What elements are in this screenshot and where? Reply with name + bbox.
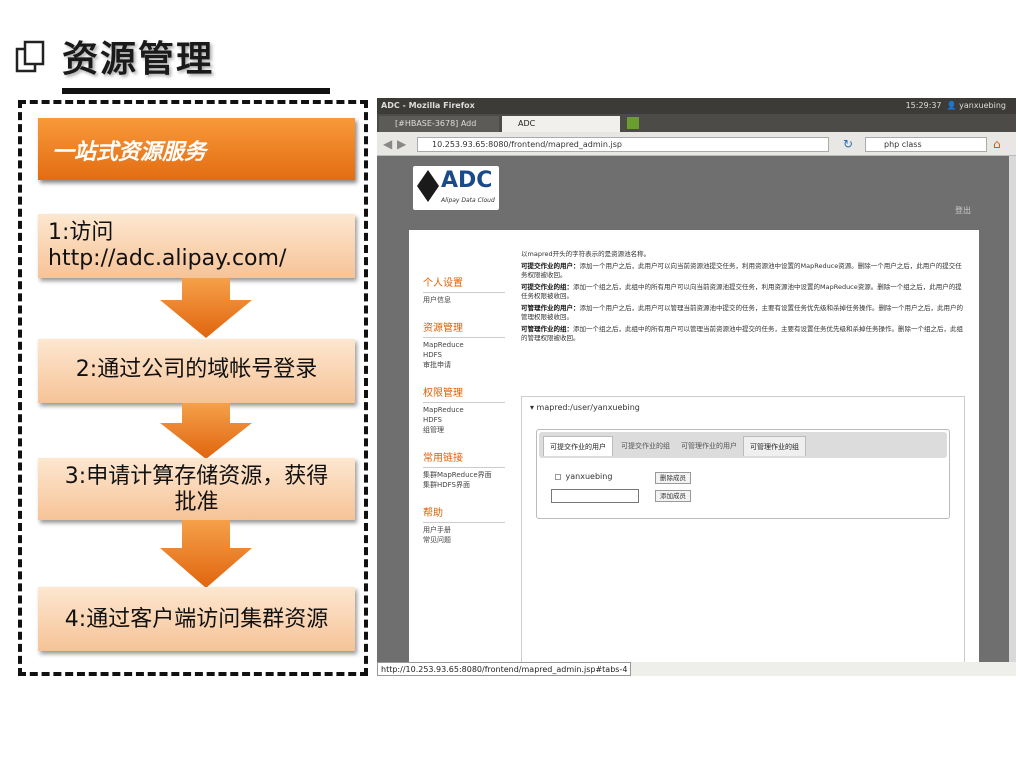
tab-admin-groups[interactable]: 可管理作业的组 (743, 436, 806, 456)
navigation-bar: ◀ ▶ 10.253.93.65:8080/frontend/mapred_ad… (377, 132, 1016, 156)
flow-header: 一站式资源服务 (38, 118, 355, 180)
menu-item-mapreduce[interactable]: MapReduce (423, 340, 505, 350)
menu-head-permission: 权限管理 (423, 388, 463, 399)
page-content: 个人设置 用户信息 资源管理 MapReduce HDFS 审批申请 权限管理 … (409, 230, 979, 662)
browser-tab-adc[interactable]: ADC (502, 116, 620, 132)
desc-submit-group: 可提交作业的组：添加一个组之后，此组中的所有用户可以向当前资源池提交任务，利用资… (521, 283, 962, 300)
status-url: http://10.253.93.65:8080/frontend/mapred… (377, 662, 632, 676)
tab-submit-users[interactable]: 可提交作业的用户 (543, 436, 613, 456)
search-input[interactable]: php class (865, 137, 987, 152)
add-member-button[interactable]: 添加成员 (655, 490, 691, 502)
logout-link[interactable]: 登出 (955, 205, 971, 216)
logo-subtitle: Alipay Data Cloud (441, 197, 495, 204)
back-icon[interactable]: ◀ (383, 136, 392, 152)
tab-submit-groups[interactable]: 可提交作业的组 (615, 436, 676, 456)
member-checkbox[interactable] (555, 473, 561, 480)
flow-step-3: 3:申请计算存储资源，获得 批准 (38, 458, 355, 520)
down-arrow-icon (160, 403, 252, 459)
desc-admin-group: 可管理作业的组：添加一个组之后，此组中的所有用户可以管理当前资源池中提交的任务，… (521, 325, 963, 342)
flow-step-4: 4:通过客户端访问集群资源 (38, 587, 355, 651)
member-row: yanxuebing (555, 472, 612, 481)
pool-panel: ▾ mapred:/user/yanxuebing 可提交作业的用户 可提交作业… (521, 396, 965, 662)
pool-tabs-strip: 可提交作业的用户 可提交作业的组 可管理作业的用户 可管理作业的组 (539, 432, 947, 458)
flow-step-1-line2: http://adc.alipay.com/ (48, 246, 287, 271)
home-icon[interactable]: ⌂ (993, 136, 1001, 152)
adc-logo[interactable]: ADC Alipay Data Cloud (413, 166, 499, 210)
browser-tab-hbase[interactable]: [#HBASE-3678] Add Eclipse... (379, 116, 499, 144)
url-input[interactable]: 10.253.93.65:8080/frontend/mapred_admin.… (417, 137, 829, 152)
flow-step-1: 1:访问 http://adc.alipay.com/ (38, 214, 355, 278)
pool-path[interactable]: ▾ mapred:/user/yanxuebing (530, 403, 640, 412)
window-title: ADC - Mozilla Firefox (381, 101, 475, 110)
menu-item-manual[interactable]: 用户手册 (423, 525, 505, 535)
menu-head-help: 帮助 (423, 508, 443, 519)
menu-item-approval[interactable]: 审批申请 (423, 360, 505, 370)
menu-head-resource: 资源管理 (423, 323, 463, 334)
down-arrow-icon (160, 520, 252, 588)
menu-head-links: 常用链接 (423, 453, 463, 464)
menu-item-cluster-mapreduce[interactable]: 集群MapReduce界面 (423, 470, 505, 480)
reload-icon[interactable]: ↻ (843, 136, 853, 152)
os-title-bar: ADC - Mozilla Firefox 15:29:37 👤 yanxueb… (377, 98, 1016, 114)
clock: 15:29:37 (905, 101, 942, 110)
desc-submit-user: 可提交作业的用户：添加一个用户之后，此用户可以向当前资源池提交任务，利用资源池中… (521, 262, 962, 279)
slide-title: 资源管理 (62, 39, 215, 80)
menu-head-personal: 个人设置 (423, 278, 463, 289)
browser-window: ADC - Mozilla Firefox 15:29:37 👤 yanxueb… (377, 98, 1016, 676)
desc-admin-user: 可管理作业的用户：添加一个用户之后，此用户可以管理当前资源池中提交的任务，主要有… (521, 304, 963, 321)
new-tab-icon[interactable] (627, 117, 639, 129)
description-block: 以mapred开头的字符表示的是资源池名称。 可提交作业的用户：添加一个用户之后… (521, 250, 965, 346)
user-icon: 👤 (946, 101, 957, 110)
copy-icon (15, 40, 45, 73)
slide: 资源管理 一站式资源服务 1:访问 http://adc.alipay.com/… (0, 0, 1024, 768)
side-menu: 个人设置 用户信息 资源管理 MapReduce HDFS 审批申请 权限管理 … (423, 264, 505, 545)
menu-item-cluster-hdfs[interactable]: 集群HDFS界面 (423, 480, 505, 490)
flow-step-2: 2:通过公司的域帐号登录 (38, 339, 355, 403)
down-arrow-icon (160, 278, 252, 338)
tab-admin-users[interactable]: 可管理作业的用户 (675, 436, 743, 456)
menu-item-perm-mapreduce[interactable]: MapReduce (423, 405, 505, 415)
pool-tabs-panel: 可提交作业的用户 可提交作业的组 可管理作业的用户 可管理作业的组 yanxue… (536, 429, 950, 519)
intro-text: 以mapred开头的字符表示的是资源池名称。 (521, 250, 651, 258)
menu-item-perm-hdfs[interactable]: HDFS (423, 415, 505, 425)
flow-step-3-line2: 批准 (174, 490, 219, 515)
member-name: yanxuebing (565, 472, 613, 481)
forward-icon[interactable]: ▶ (397, 136, 406, 152)
remove-member-button[interactable]: 删除成员 (655, 472, 691, 484)
title-underline (62, 88, 330, 94)
logo-text: ADC (441, 168, 493, 193)
menu-item-faq[interactable]: 常见问题 (423, 535, 505, 545)
add-member-input[interactable] (551, 489, 639, 503)
status-bar: http://10.253.93.65:8080/frontend/mapred… (377, 662, 1016, 676)
browser-tab-bar: [#HBASE-3678] Add Eclipse... ADC (377, 114, 1016, 144)
menu-item-group-admin[interactable]: 组管理 (423, 425, 505, 435)
page-viewport: ADC Alipay Data Cloud 登出 个人设置 用户信息 资源管理 … (377, 156, 1009, 662)
menu-item-user-info[interactable]: 用户信息 (423, 295, 505, 305)
session-user[interactable]: yanxuebing (959, 101, 1006, 110)
menu-item-hdfs[interactable]: HDFS (423, 350, 505, 360)
scrollbar[interactable] (1009, 156, 1016, 662)
spade-icon (417, 170, 439, 202)
flow-step-3-line1: 3:申请计算存储资源，获得 (64, 464, 329, 489)
flow-step-1-line1: 1:访问 (48, 220, 114, 245)
